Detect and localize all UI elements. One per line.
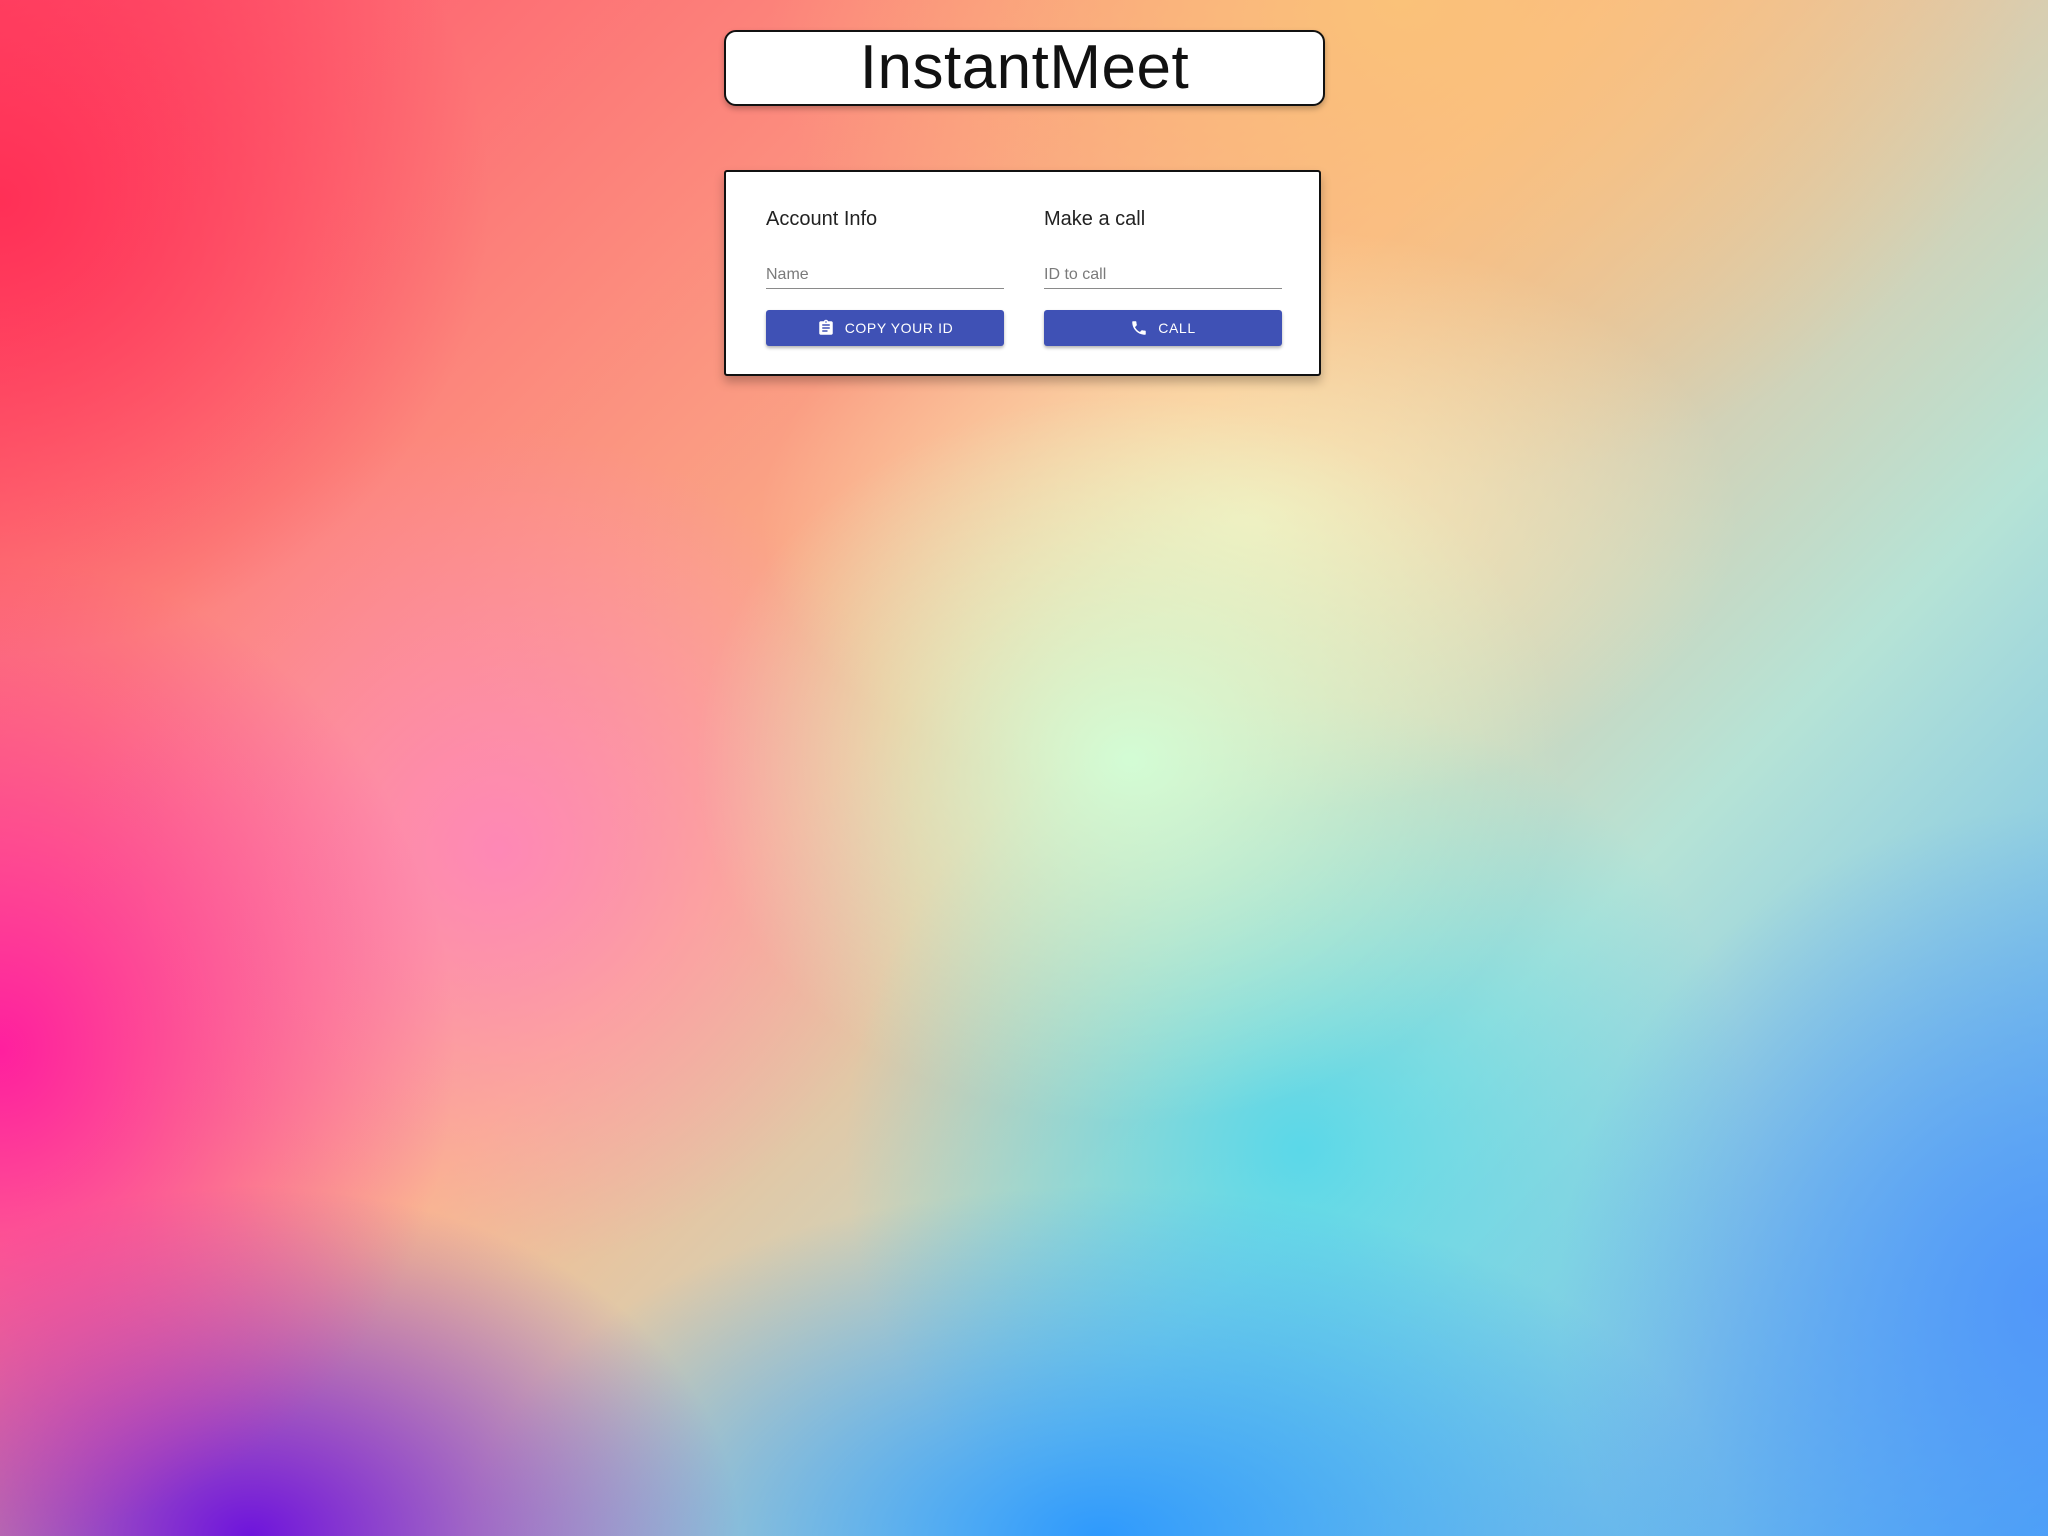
app-title-banner: InstantMeet [724, 30, 1325, 106]
phone-icon [1132, 321, 1147, 335]
app-title: InstantMeet [859, 33, 1190, 102]
copy-your-id-label: COPY YOUR ID [844, 320, 954, 336]
clipboard-icon [818, 319, 833, 335]
name-input[interactable] [766, 262, 1004, 289]
copy-your-id-button[interactable]: COPY YOUR ID [766, 310, 1004, 346]
account-info-heading: Account Info [766, 208, 878, 230]
id-to-call-input[interactable] [1044, 262, 1282, 289]
call-button[interactable]: CALL [1044, 310, 1282, 346]
make-call-heading: Make a call [1044, 208, 1146, 230]
call-label: CALL [1158, 320, 1196, 336]
main-card: Account Info COPY YOUR ID Make a call CA… [724, 170, 1321, 376]
